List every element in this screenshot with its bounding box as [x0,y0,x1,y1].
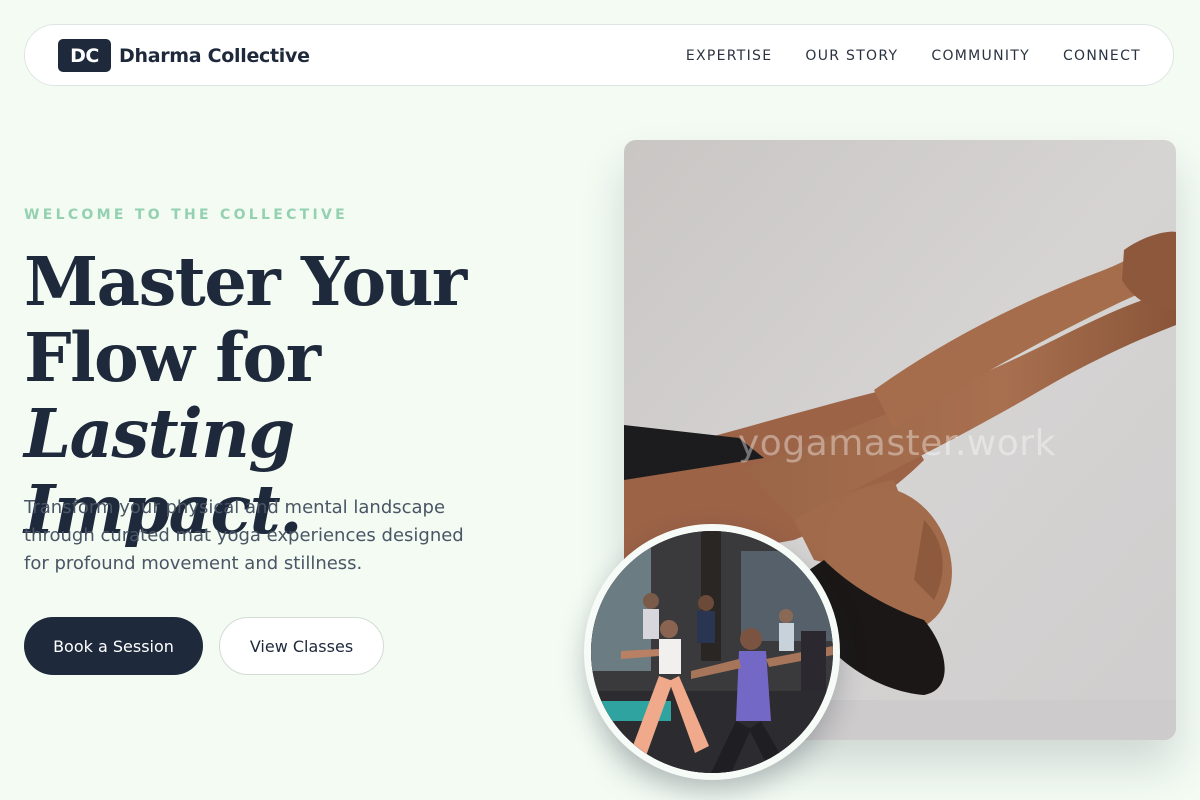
brand-name: Dharma Collective [119,44,310,67]
nav-link-connect[interactable]: CONNECT [1063,48,1141,64]
hero-eyebrow: WELCOME TO THE COLLECTIVE [24,207,349,223]
hero-description: Transform your physical and mental lands… [24,497,464,574]
top-navigation: DC Dharma Collective EXPERTISE OUR STORY… [24,24,1174,86]
nav-links: EXPERTISE OUR STORY COMMUNITY CONNECT [653,25,1141,87]
nav-link-community[interactable]: COMMUNITY [931,48,1030,64]
nav-link-our-story[interactable]: OUR STORY [805,48,898,64]
nav-link-expertise[interactable]: EXPERTISE [686,48,773,64]
brand-logo[interactable]: DC Dharma Collective [58,39,310,72]
group-yoga-illustration [591,531,833,773]
book-session-button[interactable]: Book a Session [24,617,203,675]
headline-line-2b: Lasting [24,394,295,473]
headline-line-1: Master Your [24,242,467,321]
logo-mark: DC [58,39,111,72]
photo-watermark: yogamaster.work [738,423,1056,464]
headline-line-2a: Flow for [24,318,321,397]
view-classes-button[interactable]: View Classes [219,617,384,675]
group-class-photo [584,524,840,780]
